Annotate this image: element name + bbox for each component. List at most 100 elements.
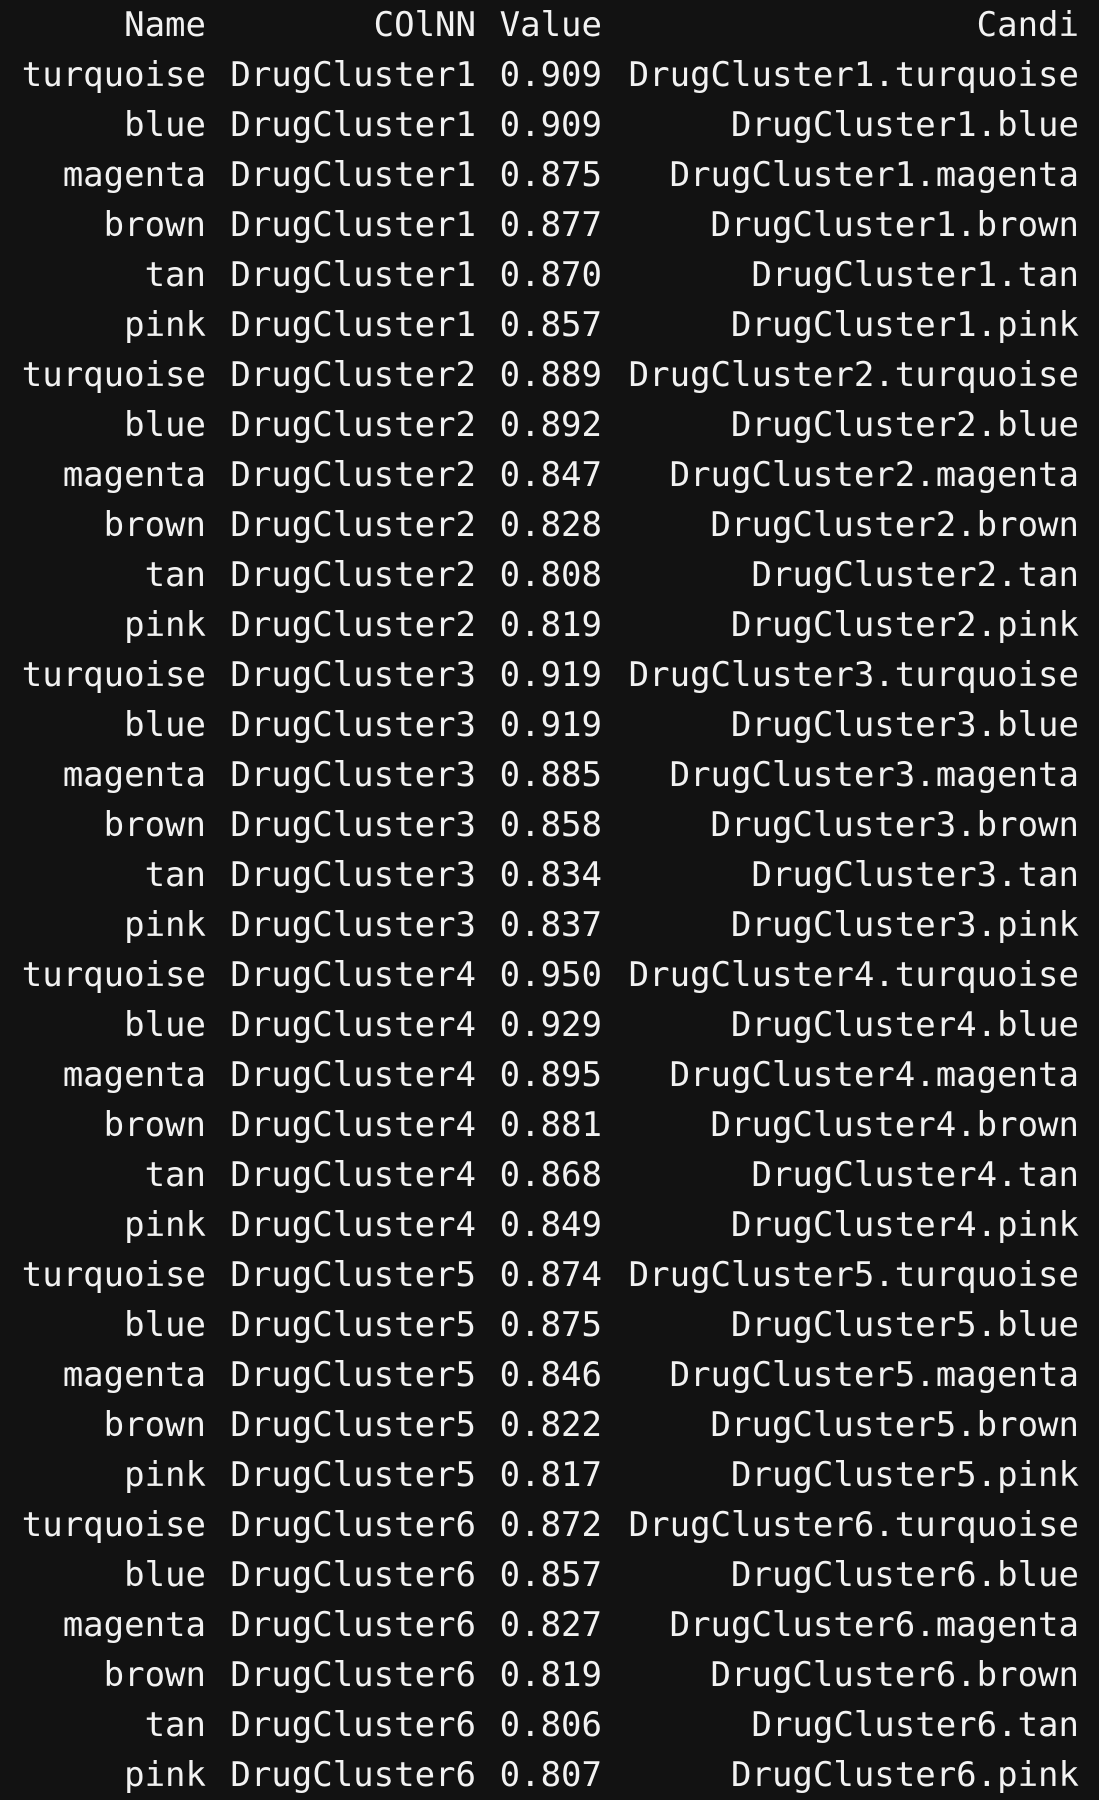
colnn-cell: DrugCluster2: [230, 555, 476, 595]
value-cell: 0.807: [499, 1755, 602, 1795]
candi-cell: DrugCluster2.pink: [731, 605, 1079, 645]
value-cell: 0.819: [499, 1655, 602, 1695]
table-row: turquoise DrugCluster4 0.950 DrugCluster4.t…: [0, 950, 1099, 1000]
table-row: tan DrugCluster1 0.870 DrugCluster1.tan: [0, 250, 1099, 300]
table-row: magenta DrugCluster5 0.846 DrugCluster5.mag…: [0, 1350, 1099, 1400]
value-cell: 0.847: [499, 455, 602, 495]
table-row: tan DrugCluster4 0.868 DrugCluster4.tan: [0, 1150, 1099, 1200]
name-cell: turquoise: [21, 1505, 206, 1545]
candi-cell: DrugCluster4.tan: [751, 1155, 1079, 1195]
colnn-cell: DrugCluster4: [230, 1005, 476, 1045]
header-value: Value: [499, 5, 602, 45]
name-cell: brown: [103, 1405, 206, 1445]
colnn-cell: DrugCluster5: [230, 1255, 476, 1295]
value-cell: 0.857: [499, 305, 602, 345]
value-cell: 0.834: [499, 855, 602, 895]
value-cell: 0.822: [499, 1405, 602, 1445]
name-cell: turquoise: [21, 355, 206, 395]
candi-cell: DrugCluster4.blue: [731, 1005, 1079, 1045]
table-row: blue DrugCluster4 0.929 DrugCluster4.blue: [0, 1000, 1099, 1050]
table-row: blue DrugCluster6 0.857 DrugCluster6.blue: [0, 1550, 1099, 1600]
colnn-cell: DrugCluster6: [230, 1755, 476, 1795]
colnn-cell: DrugCluster3: [230, 655, 476, 695]
value-cell: 0.919: [499, 705, 602, 745]
table-row: tan DrugCluster2 0.808 DrugCluster2.tan: [0, 550, 1099, 600]
table-row: magenta DrugCluster2 0.847 DrugCluster2.mag…: [0, 450, 1099, 500]
name-cell: brown: [103, 805, 206, 845]
colnn-cell: DrugCluster3: [230, 855, 476, 895]
value-cell: 0.872: [499, 1505, 602, 1545]
name-cell: blue: [124, 105, 206, 145]
name-cell: brown: [103, 1105, 206, 1145]
colnn-cell: DrugCluster1: [230, 55, 476, 95]
colnn-cell: DrugCluster2: [230, 355, 476, 395]
colnn-cell: DrugCluster6: [230, 1505, 476, 1545]
name-cell: pink: [124, 905, 206, 945]
value-cell: 0.849: [499, 1205, 602, 1245]
colnn-cell: DrugCluster1: [230, 105, 476, 145]
colnn-cell: DrugCluster4: [230, 1205, 476, 1245]
candi-cell: DrugCluster2.tan: [751, 555, 1079, 595]
value-cell: 0.929: [499, 1005, 602, 1045]
name-cell: brown: [103, 505, 206, 545]
name-cell: turquoise: [21, 55, 206, 95]
header-row: Name COlNN Value Candi: [0, 0, 1099, 50]
colnn-cell: DrugCluster6: [230, 1605, 476, 1645]
header-colnn: COlNN: [373, 5, 476, 45]
candi-cell: DrugCluster2.blue: [731, 405, 1079, 445]
table-row: brown DrugCluster1 0.877 DrugCluster1.brown: [0, 200, 1099, 250]
candi-cell: DrugCluster1.magenta: [669, 155, 1079, 195]
table-row: magenta DrugCluster3 0.885 DrugCluster3.mag…: [0, 750, 1099, 800]
name-cell: turquoise: [21, 655, 206, 695]
table-row: turquoise DrugCluster1 0.909 DrugCluster1.t…: [0, 50, 1099, 100]
name-cell: magenta: [62, 155, 206, 195]
colnn-cell: DrugCluster4: [230, 1155, 476, 1195]
table-row: magenta DrugCluster1 0.875 DrugCluster1.mag…: [0, 150, 1099, 200]
name-cell: blue: [124, 705, 206, 745]
table-row: blue DrugCluster3 0.919 DrugCluster3.blue: [0, 700, 1099, 750]
candi-cell: DrugCluster1.blue: [731, 105, 1079, 145]
name-cell: magenta: [62, 1055, 206, 1095]
table-row: pink DrugCluster1 0.857 DrugCluster1.pink: [0, 300, 1099, 350]
colnn-cell: DrugCluster5: [230, 1305, 476, 1345]
value-cell: 0.919: [499, 655, 602, 695]
value-cell: 0.885: [499, 755, 602, 795]
candi-cell: DrugCluster6.tan: [751, 1705, 1079, 1745]
colnn-cell: DrugCluster1: [230, 255, 476, 295]
name-cell: tan: [144, 855, 206, 895]
colnn-cell: DrugCluster1: [230, 155, 476, 195]
name-cell: pink: [124, 1755, 206, 1795]
candi-cell: DrugCluster6.blue: [731, 1555, 1079, 1595]
name-cell: brown: [103, 205, 206, 245]
name-cell: blue: [124, 1555, 206, 1595]
value-cell: 0.868: [499, 1155, 602, 1195]
value-cell: 0.881: [499, 1105, 602, 1145]
colnn-cell: DrugCluster4: [230, 1105, 476, 1145]
candi-cell: DrugCluster2.magenta: [669, 455, 1079, 495]
colnn-cell: DrugCluster4: [230, 955, 476, 995]
name-cell: pink: [124, 605, 206, 645]
table-row: pink DrugCluster2 0.819 DrugCluster2.pink: [0, 600, 1099, 650]
name-cell: brown: [103, 1655, 206, 1695]
colnn-cell: DrugCluster1: [230, 305, 476, 345]
table-row: pink DrugCluster5 0.817 DrugCluster5.pink: [0, 1450, 1099, 1500]
name-cell: pink: [124, 1205, 206, 1245]
name-cell: pink: [124, 305, 206, 345]
colnn-cell: DrugCluster6: [230, 1705, 476, 1745]
candi-cell: DrugCluster6.magenta: [669, 1605, 1079, 1645]
header-name: Name: [124, 5, 206, 45]
name-cell: magenta: [62, 755, 206, 795]
value-cell: 0.817: [499, 1455, 602, 1495]
value-cell: 0.857: [499, 1555, 602, 1595]
candi-cell: DrugCluster1.turquoise: [628, 55, 1079, 95]
terminal-output[interactable]: Name COlNN Value Candi turquoise DrugClus…: [0, 0, 1099, 1800]
value-cell: 0.950: [499, 955, 602, 995]
candi-cell: DrugCluster6.pink: [731, 1755, 1079, 1795]
colnn-cell: DrugCluster1: [230, 205, 476, 245]
candi-cell: DrugCluster6.brown: [710, 1655, 1079, 1695]
colnn-cell: DrugCluster3: [230, 705, 476, 745]
name-cell: turquoise: [21, 955, 206, 995]
candi-cell: DrugCluster4.brown: [710, 1105, 1079, 1145]
candi-cell: DrugCluster6.turquoise: [628, 1505, 1079, 1545]
colnn-cell: DrugCluster5: [230, 1455, 476, 1495]
